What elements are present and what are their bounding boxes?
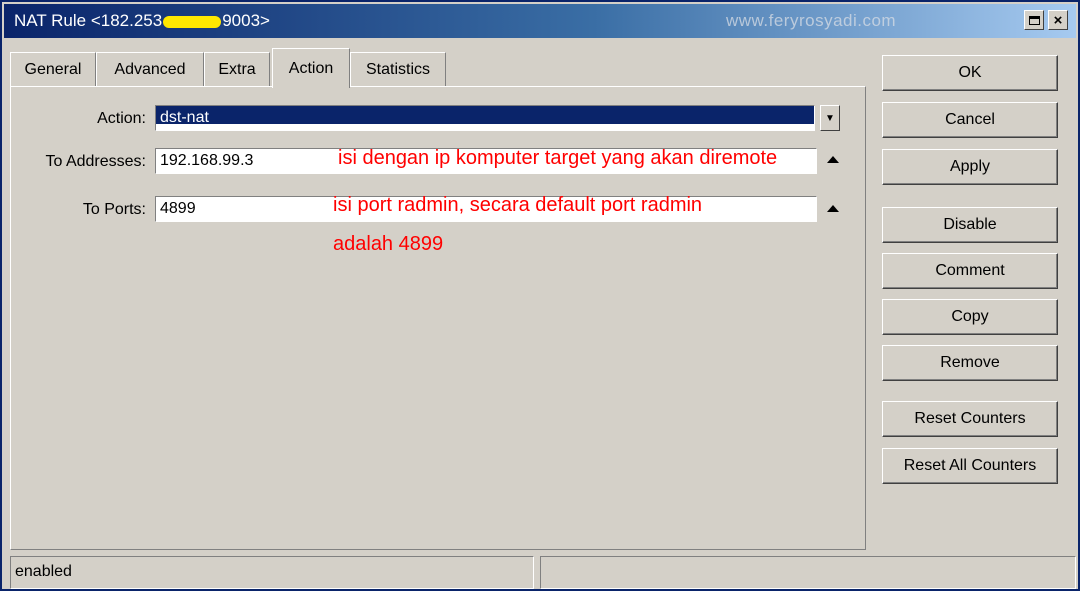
- reset-all-counters-button[interactable]: Reset All Counters: [882, 448, 1058, 484]
- status-secondary: [540, 556, 1076, 589]
- action-select[interactable]: dst-nat: [155, 105, 815, 131]
- close-button[interactable]: ×: [1048, 10, 1068, 30]
- tab-general[interactable]: General: [10, 52, 96, 86]
- action-label: Action:: [97, 110, 146, 127]
- action-value: dst-nat: [156, 106, 814, 126]
- collapse-addresses-icon[interactable]: [827, 156, 839, 163]
- redaction-mark: [163, 15, 222, 28]
- tab-statistics[interactable]: Statistics: [350, 52, 446, 86]
- window-title: NAT Rule <182.253 9003>: [14, 11, 270, 30]
- maximize-button[interactable]: [1024, 10, 1044, 30]
- action-dropdown-button[interactable]: ▼: [820, 105, 840, 131]
- to-addresses-label: To Addresses:: [45, 153, 147, 170]
- ok-button[interactable]: OK: [882, 55, 1058, 91]
- apply-button[interactable]: Apply: [882, 149, 1058, 185]
- ports-annotation-line2: adalah 4899: [333, 233, 444, 255]
- status-enabled: enabled: [10, 556, 534, 589]
- maximize-icon: [1028, 15, 1040, 25]
- remove-button[interactable]: Remove: [882, 345, 1058, 381]
- dropdown-arrow-icon: ▼: [825, 112, 835, 124]
- disable-button[interactable]: Disable: [882, 207, 1058, 243]
- reset-counters-button[interactable]: Reset Counters: [882, 401, 1058, 437]
- nat-rule-window: NAT Rule <182.253 9003> www.feryrosyadi.c…: [0, 0, 1080, 591]
- cancel-button[interactable]: Cancel: [882, 102, 1058, 138]
- tab-advanced[interactable]: Advanced: [96, 52, 204, 86]
- watermark: www.feryrosyadi.com: [726, 11, 897, 30]
- collapse-ports-icon[interactable]: [827, 205, 839, 212]
- copy-button[interactable]: Copy: [882, 299, 1058, 335]
- close-icon: ×: [1053, 11, 1063, 29]
- to-ports-label: To Ports:: [82, 201, 146, 218]
- address-annotation: isi dengan ip komputer target yang akan …: [338, 147, 778, 169]
- title-bar[interactable]: NAT Rule <182.253 9003> www.feryrosyadi.c…: [4, 4, 1076, 38]
- comment-button[interactable]: Comment: [882, 253, 1058, 289]
- tab-extra[interactable]: Extra: [204, 52, 270, 86]
- ports-annotation-line1: isi port radmin, secara default port rad…: [333, 194, 703, 216]
- tab-action[interactable]: Action: [272, 48, 350, 88]
